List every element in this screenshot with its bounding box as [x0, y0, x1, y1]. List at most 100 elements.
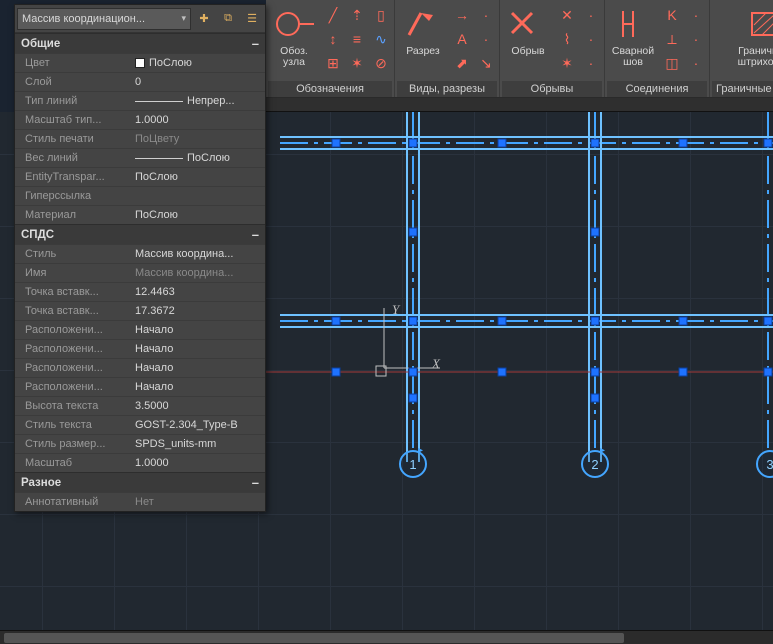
small-btn-d4[interactable]: ↕ [322, 28, 344, 50]
break-button[interactable]: Обрыв [502, 2, 554, 59]
property-row: EntityTranspar...ПоСлою [15, 167, 265, 186]
small-btn-b1[interactable]: ✕ [556, 4, 578, 26]
small-btn-d2[interactable]: ⇡ [346, 4, 368, 26]
property-value[interactable]: 1.0000 [131, 457, 265, 469]
property-value[interactable]: Начало [131, 324, 265, 336]
small-btn-b6[interactable]: · [580, 52, 602, 74]
section-title: Разное [21, 477, 61, 489]
quick-select-icon[interactable]: ☰ [241, 8, 263, 30]
property-row: Тип линийНепрер... [15, 91, 265, 110]
document-tab-bar[interactable] [266, 98, 773, 112]
small-btn-b3[interactable]: ⌇ [556, 28, 578, 50]
property-value[interactable]: Массив координа... [131, 267, 265, 279]
color-swatch [135, 58, 145, 68]
grip[interactable] [591, 228, 600, 237]
designations-small-buttons: ╱ ⇡ ▯ ↕ ≡ ∿ ⊞ ✶ ⊘ [322, 2, 392, 74]
section-button[interactable]: Разрез [397, 2, 449, 59]
property-value[interactable]: ПоСлою [131, 152, 265, 164]
property-value[interactable]: Начало [131, 381, 265, 393]
property-value[interactable]: 17.3672 [131, 305, 265, 317]
small-btn-d5[interactable]: ≡ [346, 28, 368, 50]
axis-bubble-1[interactable]: 1▸ [399, 450, 427, 478]
small-btn-b2[interactable]: · [580, 4, 602, 26]
section-header-misc[interactable]: Разное– [15, 472, 265, 492]
small-btn-v6[interactable]: ↘ [475, 52, 497, 74]
small-btn-d3[interactable]: ▯ [370, 4, 392, 26]
small-btn-b4[interactable]: · [580, 28, 602, 50]
scrollbar-thumb[interactable] [4, 633, 624, 643]
grip[interactable] [498, 317, 507, 326]
section-header-spds[interactable]: СПДС– [15, 224, 265, 244]
property-name: Расположени... [15, 381, 131, 393]
property-value[interactable]: Нет [131, 496, 265, 508]
palette-header: Массив координацион... ▾ ✚ ⧉ ☰ [15, 5, 265, 33]
boundary-hatch-button[interactable]: Граничнаяштриховка [734, 2, 773, 70]
small-btn-d9[interactable]: ⊘ [370, 52, 392, 74]
small-btn-d8[interactable]: ✶ [346, 52, 368, 74]
small-btn-j5[interactable]: ◫ [661, 52, 683, 74]
select-objects-icon[interactable]: ⧉ [217, 8, 239, 30]
property-row: Масштаб тип...1.0000 [15, 110, 265, 129]
grip[interactable] [498, 139, 507, 148]
small-btn-j6[interactable]: · [685, 52, 707, 74]
property-value[interactable]: ПоСлою [131, 209, 265, 221]
grip[interactable] [591, 394, 600, 403]
property-value[interactable]: 1.0000 [131, 114, 265, 126]
section-header-general[interactable]: Общие– [15, 33, 265, 53]
grip[interactable] [764, 368, 773, 377]
node-designation-button[interactable]: Обоз.узла [268, 2, 320, 70]
horizontal-scrollbar[interactable] [0, 630, 773, 644]
grip[interactable] [409, 368, 418, 377]
grip[interactable] [409, 228, 418, 237]
axis-bubble-2[interactable]: 2▸ [581, 450, 609, 478]
property-row: Точка вставк...17.3672 [15, 301, 265, 320]
grip[interactable] [591, 317, 600, 326]
small-btn-d7[interactable]: ⊞ [322, 52, 344, 74]
property-row: Расположени...Начало [15, 339, 265, 358]
grip[interactable] [591, 139, 600, 148]
property-value[interactable]: 0 [131, 76, 265, 88]
grip[interactable] [679, 368, 688, 377]
property-value[interactable]: Начало [131, 362, 265, 374]
property-value[interactable]: SPDS_units-mm [131, 438, 265, 450]
property-value[interactable]: ПоСлою [131, 171, 265, 183]
property-name: Расположени... [15, 324, 131, 336]
small-btn-v2[interactable]: · [475, 4, 497, 26]
grip[interactable] [332, 368, 341, 377]
small-btn-v4[interactable]: · [475, 28, 497, 50]
property-value[interactable]: 3.5000 [131, 400, 265, 412]
small-btn-j4[interactable]: · [685, 28, 707, 50]
property-value[interactable]: Массив координа... [131, 248, 265, 260]
property-value[interactable]: GOST-2.304_Type-B [131, 419, 265, 431]
small-btn-d6[interactable]: ∿ [370, 28, 392, 50]
property-name: Аннотативный [15, 496, 131, 508]
grip[interactable] [679, 139, 688, 148]
grip[interactable] [498, 368, 507, 377]
grip[interactable] [332, 317, 341, 326]
small-btn-j3[interactable]: ⟂ [661, 28, 683, 50]
property-value[interactable]: ПоСлою [131, 57, 265, 69]
small-btn-v1[interactable]: → [451, 4, 473, 26]
grip[interactable] [409, 317, 418, 326]
grip[interactable] [764, 139, 773, 148]
property-value[interactable]: Начало [131, 343, 265, 355]
property-value[interactable]: ПоЦвету [131, 133, 265, 145]
grip[interactable] [409, 139, 418, 148]
property-value[interactable]: Непрер... [131, 95, 265, 107]
small-btn-j2[interactable]: · [685, 4, 707, 26]
property-row: СтильМассив координа... [15, 244, 265, 263]
small-btn-j1[interactable]: K [661, 4, 683, 26]
small-btn-v5[interactable]: ⬈ [451, 52, 473, 74]
grip[interactable] [591, 368, 600, 377]
small-btn-v3[interactable]: A [451, 28, 473, 50]
grip[interactable] [409, 394, 418, 403]
small-btn-d1[interactable]: ╱ [322, 4, 344, 26]
grip[interactable] [764, 317, 773, 326]
small-btn-b5[interactable]: ✶ [556, 52, 578, 74]
weld-button[interactable]: Сварнойшов [607, 2, 659, 70]
toggle-pickadd-icon[interactable]: ✚ [193, 8, 215, 30]
property-value[interactable]: 12.4463 [131, 286, 265, 298]
grip[interactable] [679, 317, 688, 326]
object-type-selector[interactable]: Массив координацион... ▾ [17, 8, 191, 30]
grip[interactable] [332, 139, 341, 148]
